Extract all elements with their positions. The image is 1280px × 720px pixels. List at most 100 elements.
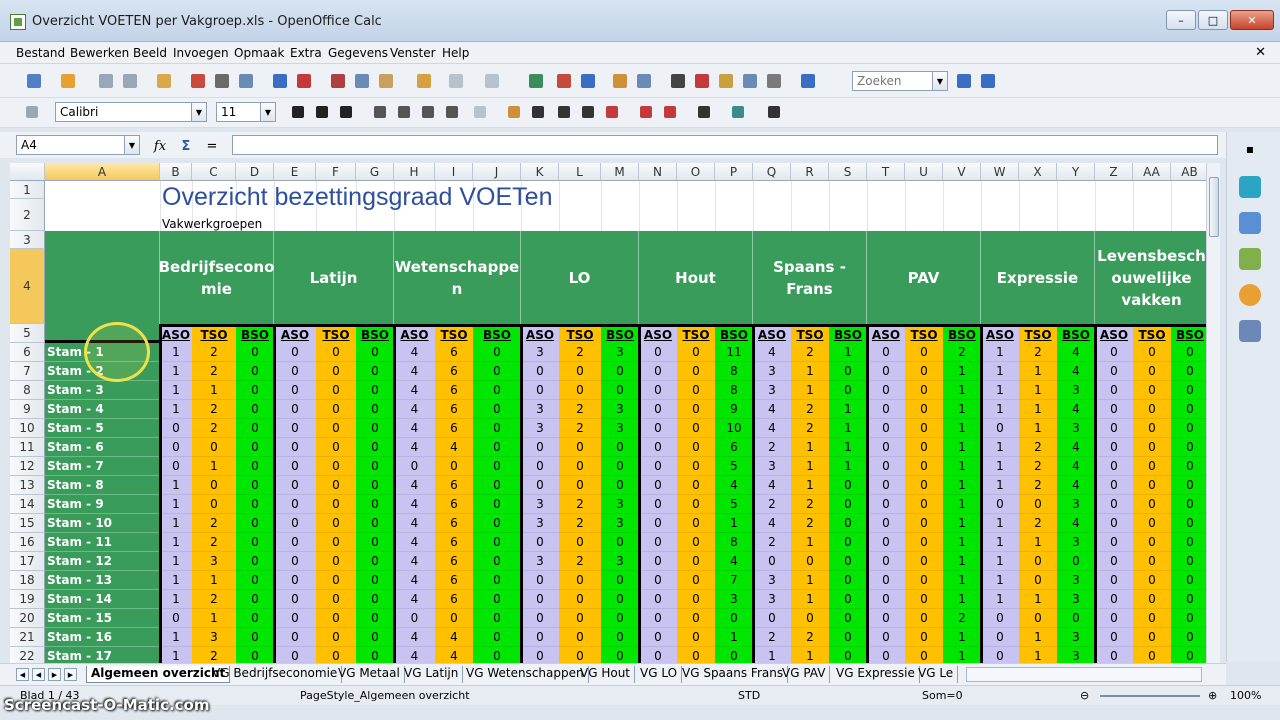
data-cell[interactable]: 0 — [905, 362, 943, 381]
row-header-19[interactable]: 19 — [10, 590, 45, 609]
row-header-9[interactable]: 9 — [10, 400, 45, 419]
data-cell[interactable]: 1 — [981, 514, 1019, 533]
data-cell[interactable]: 0 — [1133, 590, 1171, 609]
first-sheet-icon[interactable]: ◀ — [16, 668, 29, 681]
data-cell[interactable]: 0 — [559, 533, 601, 552]
data-cell[interactable]: 0 — [274, 381, 316, 400]
data-cell[interactable]: 4 — [1057, 343, 1095, 362]
data-cell[interactable]: 0 — [639, 419, 677, 438]
data-cell[interactable]: 0 — [473, 495, 521, 514]
data-cell[interactable]: 0 — [867, 514, 905, 533]
data-cell[interactable]: 0 — [829, 571, 867, 590]
data-cell[interactable]: 0 — [905, 628, 943, 647]
data-cell[interactable]: 1 — [192, 571, 236, 590]
stam-label[interactable]: Stam - 8 — [45, 476, 160, 495]
data-cell[interactable]: 0 — [521, 381, 559, 400]
data-cell[interactable]: 0 — [829, 533, 867, 552]
data-cell[interactable]: 0 — [905, 457, 943, 476]
save-icon[interactable] — [96, 71, 116, 91]
last-sheet-icon[interactable]: ▶ — [64, 668, 77, 681]
data-cell[interactable]: 0 — [867, 457, 905, 476]
align-center-icon[interactable] — [394, 102, 414, 122]
data-cell[interactable]: 0 — [236, 343, 274, 362]
data-cell[interactable]: 1 — [829, 343, 867, 362]
data-cell[interactable]: 0 — [867, 419, 905, 438]
sheet-tab-vg-bedrijfseconomie[interactable]: VG Bedrijfseconomie — [208, 666, 343, 683]
data-cell[interactable]: 0 — [1133, 343, 1171, 362]
stam-label[interactable]: Stam - 4 — [45, 400, 160, 419]
data-cell[interactable]: 0 — [316, 514, 356, 533]
data-cell[interactable]: 0 — [274, 533, 316, 552]
data-cell[interactable]: 1 — [160, 628, 192, 647]
subheader-bso[interactable]: BSO — [356, 324, 394, 343]
data-cell[interactable]: 0 — [356, 571, 394, 590]
data-cell[interactable]: 0 — [829, 362, 867, 381]
data-cell[interactable]: 0 — [829, 552, 867, 571]
data-cell[interactable]: 2 — [1019, 514, 1057, 533]
column-header-k[interactable]: K — [521, 163, 559, 181]
data-cell[interactable]: 1 — [791, 571, 829, 590]
data-cell[interactable]: 3 — [192, 628, 236, 647]
data-cell[interactable]: 2 — [559, 514, 601, 533]
data-cell[interactable]: 0 — [829, 476, 867, 495]
data-cell[interactable]: 0 — [274, 476, 316, 495]
data-cell[interactable]: 0 — [1171, 514, 1209, 533]
data-cell[interactable]: 3 — [521, 495, 559, 514]
subheader-tso[interactable]: TSO — [1019, 324, 1057, 343]
data-cell[interactable]: 1 — [943, 514, 981, 533]
data-cell[interactable]: 3 — [601, 495, 639, 514]
data-cell[interactable]: 0 — [356, 362, 394, 381]
data-cell[interactable]: 0 — [274, 495, 316, 514]
data-cell[interactable]: 3 — [521, 343, 559, 362]
data-cell[interactable]: 1 — [160, 381, 192, 400]
data-cell[interactable]: 2 — [559, 552, 601, 571]
data-cell[interactable]: 4 — [753, 476, 791, 495]
data-cell[interactable]: 0 — [473, 628, 521, 647]
data-cell[interactable]: 3 — [521, 400, 559, 419]
data-cell[interactable]: 3 — [753, 457, 791, 476]
group-header-bedrijfseconomie[interactable]: Bedrijfsecono mie — [159, 231, 274, 324]
data-cell[interactable]: 0 — [192, 438, 236, 457]
data-cell[interactable]: 3 — [1057, 590, 1095, 609]
data-cell[interactable]: 0 — [1171, 400, 1209, 419]
underline-icon[interactable] — [336, 102, 356, 122]
data-cell[interactable]: 0 — [639, 514, 677, 533]
data-cell[interactable]: 10 — [715, 419, 753, 438]
subheader-tso[interactable]: TSO — [791, 324, 829, 343]
data-cell[interactable]: 1 — [1019, 533, 1057, 552]
group-header-expressie[interactable]: Expressie — [981, 231, 1095, 324]
data-cell[interactable]: 4 — [394, 552, 435, 571]
data-cell[interactable]: 0 — [559, 457, 601, 476]
data-cell[interactable]: 0 — [473, 533, 521, 552]
data-cell[interactable]: 0 — [677, 495, 715, 514]
data-cell[interactable]: 4 — [1057, 457, 1095, 476]
menu-item-venster[interactable]: Venster — [390, 46, 436, 60]
group-header-lo[interactable]: LO — [521, 231, 639, 324]
data-cell[interactable]: 1 — [829, 438, 867, 457]
data-cell[interactable]: 1 — [715, 628, 753, 647]
find-previous-icon[interactable] — [978, 71, 998, 91]
data-cell[interactable]: 0 — [1019, 495, 1057, 514]
new-document-icon[interactable] — [24, 71, 44, 91]
column-header-w[interactable]: W — [981, 163, 1019, 181]
data-cell[interactable]: 5 — [715, 495, 753, 514]
data-cell[interactable]: 6 — [435, 419, 473, 438]
data-cell[interactable]: 0 — [356, 381, 394, 400]
row-header-21[interactable]: 21 — [10, 628, 45, 647]
data-cell[interactable]: 0 — [435, 609, 473, 628]
styles-formatting-icon[interactable] — [22, 102, 42, 122]
data-cell[interactable]: 0 — [473, 476, 521, 495]
data-cell[interactable]: 0 — [867, 609, 905, 628]
undo-icon[interactable] — [446, 71, 466, 91]
subheader-tso[interactable]: TSO — [559, 324, 601, 343]
data-cell[interactable]: 0 — [1171, 628, 1209, 647]
data-cell[interactable]: 1 — [160, 343, 192, 362]
data-cell[interactable]: 0 — [435, 457, 473, 476]
data-cell[interactable]: 2 — [192, 419, 236, 438]
find-next-icon[interactable] — [954, 71, 974, 91]
spreadsheet-grid[interactable]: A B C D E F G H I J K L M N O P Q R S T U V W X Y Z AA AB 1 2 3 4 5 6 7 8 9 1… — [10, 163, 1220, 663]
data-cell[interactable]: 0 — [274, 628, 316, 647]
subheader-bso[interactable]: BSO — [1057, 324, 1095, 343]
data-cell[interactable]: 0 — [316, 400, 356, 419]
data-cell[interactable]: 2 — [753, 628, 791, 647]
